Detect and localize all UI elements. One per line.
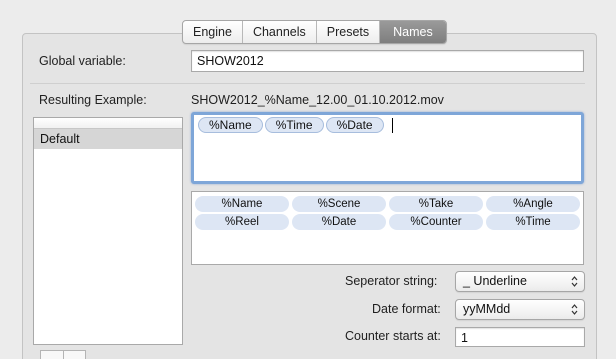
list-header — [34, 118, 182, 129]
divider — [30, 83, 585, 84]
list-item[interactable]: Default — [34, 129, 182, 149]
date-format-value: yyMMdd — [463, 302, 511, 316]
counter-field[interactable]: 1 — [455, 327, 585, 347]
format-token[interactable]: %Name — [198, 117, 263, 133]
available-token[interactable]: %Scene — [292, 196, 386, 212]
tab-names[interactable]: Names — [380, 21, 446, 43]
available-token[interactable]: %Time — [486, 214, 580, 230]
date-format-label: Date format: — [372, 302, 441, 316]
available-token[interactable]: %Take — [389, 196, 483, 212]
global-variable-field[interactable]: SHOW2012 — [191, 50, 584, 72]
date-format-select[interactable]: yyMMdd — [455, 299, 585, 320]
global-variable-label: Global variable: — [39, 54, 126, 68]
up-down-chevron-icon — [571, 276, 578, 287]
available-token[interactable]: %Date — [292, 214, 386, 230]
format-token[interactable]: %Time — [264, 117, 324, 133]
format-token[interactable]: %Date — [325, 117, 384, 133]
counter-label: Counter starts at: — [345, 329, 441, 343]
separator-value: _ Underline — [463, 274, 527, 288]
up-down-chevron-icon — [571, 304, 578, 315]
separator-label: Seperator string: — [345, 274, 438, 288]
tab-channels[interactable]: Channels — [243, 21, 317, 43]
available-tokens-palette: %Name %Scene %Take %Angle %Reel %Date %Counter… — [191, 191, 584, 265]
available-token[interactable]: %Angle — [486, 196, 580, 212]
tab-engine[interactable]: Engine — [183, 21, 243, 43]
remove-button[interactable] — [64, 351, 86, 359]
available-token[interactable]: %Name — [195, 196, 289, 212]
separator-select[interactable]: _ Underline — [455, 271, 585, 292]
text-caret — [391, 118, 393, 133]
available-token[interactable]: %Counter — [389, 214, 483, 230]
add-button[interactable] — [41, 351, 64, 359]
add-remove-buttons — [40, 350, 86, 359]
format-token-field[interactable]: %Name %Time %Date — [191, 112, 584, 184]
resulting-example-label: Resulting Example: — [39, 93, 147, 107]
available-token[interactable]: %Reel — [195, 214, 289, 230]
resulting-example-value: SHOW2012_%Name_12.00_01.10.2012.mov — [191, 93, 444, 107]
tab-presets[interactable]: Presets — [317, 21, 381, 43]
preset-list[interactable]: Default — [33, 117, 183, 345]
tab-bar: Engine Channels Presets Names — [182, 20, 447, 44]
